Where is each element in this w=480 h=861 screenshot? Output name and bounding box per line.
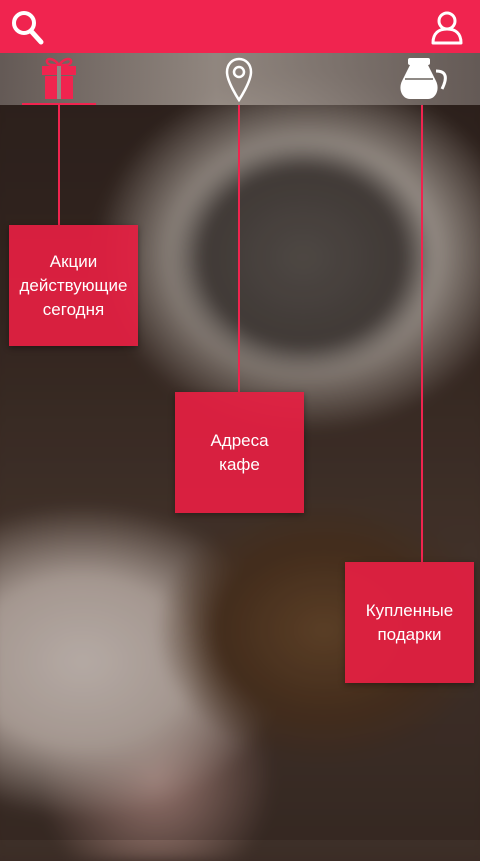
tab-cafe-addresses[interactable]	[210, 53, 268, 105]
user-icon	[431, 11, 463, 45]
cafe-addresses-card[interactable]: Адреса кафе	[175, 392, 304, 513]
connector-line-gifts	[421, 105, 423, 562]
category-tab-bar	[0, 53, 480, 105]
search-icon	[12, 11, 44, 45]
search-button[interactable]	[10, 8, 46, 46]
connector-line-promotions	[58, 105, 60, 225]
location-pin-icon	[225, 57, 253, 102]
gift-icon	[42, 57, 76, 99]
profile-button[interactable]	[428, 8, 466, 46]
promotions-card[interactable]: Акции действующие сегодня	[9, 225, 138, 346]
purchased-gifts-card[interactable]: Купленные подарки	[345, 562, 474, 683]
tab-promotions[interactable]	[22, 53, 96, 105]
coffee-pot-icon	[400, 58, 447, 99]
top-bar	[0, 0, 480, 53]
connector-line-addresses	[238, 105, 240, 392]
tab-purchased-gifts[interactable]	[394, 53, 454, 105]
